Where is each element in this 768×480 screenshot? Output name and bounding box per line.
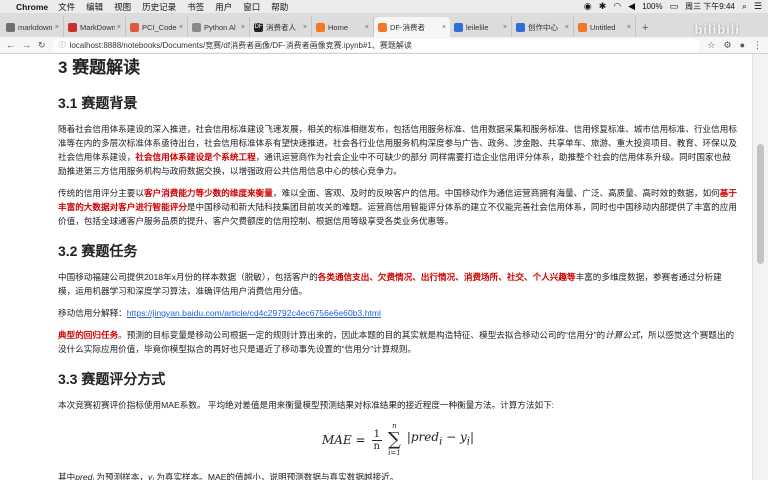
bluetooth-icon[interactable]: ✱	[599, 1, 607, 12]
sum-symbol: n ∑ i=1	[387, 422, 401, 457]
tab-consumer[interactable]: DF 消费者人 ×	[250, 17, 312, 37]
tab-creator-center[interactable]: 创作中心 ×	[512, 17, 574, 37]
tab-python[interactable]: Python Al ×	[188, 17, 250, 37]
menu-file[interactable]: 文件	[58, 1, 75, 13]
toolbar-actions: ☆ ⚙ ● ⋮	[707, 40, 762, 51]
scrollbar[interactable]	[752, 54, 768, 480]
tab-title: 创作中心	[528, 22, 558, 32]
menu-bar: Chrome 文件 编辑 视图 历史记录 书签 用户 窗口 帮助 ◉ ✱ ◠ ◀…	[0, 0, 768, 13]
tab-close-icon[interactable]: ×	[503, 24, 507, 31]
bilibili-watermark: bilibili	[694, 22, 740, 37]
markdown-cell[interactable]: 3 赛题解读 3.1 赛题背景 随着社会信用体系建设的深入推进，社会信用标准建设…	[58, 54, 738, 480]
tab-title: Python Al	[204, 22, 236, 32]
highlight-text: 典型的回归任务	[58, 330, 119, 340]
tab-favicon-icon	[454, 22, 463, 32]
task-paragraph-3: 典型的回归任务。预测的目标变量是移动公司根据一定的规则计算出来的，因此本题的目的…	[58, 330, 735, 354]
subsection-heading-background: 3.1 赛题背景	[58, 95, 138, 111]
info-icon[interactable]: ⓘ	[59, 40, 66, 50]
wifi-icon[interactable]: ◠	[613, 1, 621, 12]
subsection-heading-scoring: 3.3 赛题评分方式	[58, 371, 166, 387]
tab-pci-code[interactable]: PCI_Code ×	[126, 17, 188, 37]
gitlab-icon	[130, 22, 139, 32]
tab-title: 消费者人	[266, 22, 296, 32]
extension-icon[interactable]: ⚙	[723, 40, 731, 51]
new-tab-button[interactable]: +	[636, 22, 654, 37]
menu-app-name[interactable]: Chrome	[16, 2, 48, 12]
menu-list-icon[interactable]: ☰	[754, 1, 762, 12]
task-paragraph-2: 移动信用分解释：https://jingyan.baidu.com/articl…	[58, 308, 381, 318]
tab-favicon-icon	[68, 22, 77, 32]
section-heading: 3 赛题解读	[58, 58, 141, 77]
scoring-paragraph-2: 其中predi 为预测样本，yi 为真实样本。MAE的值越小，说明预测数据与真实…	[58, 472, 399, 480]
menu-view[interactable]: 视图	[114, 1, 131, 13]
clock[interactable]: 周三 下午9:44	[685, 1, 735, 12]
highlight-text: 社会信用体系建设是个系统工程	[135, 152, 256, 162]
tab-bar: markdown × MarkDown × PCI_Code × Python …	[0, 13, 768, 37]
highlight-text: 各类通信支出、欠费情况、出行情况、消费场所、社交、个人兴趣等	[317, 272, 576, 282]
tab-title: PCI_Code	[142, 22, 177, 32]
tab-close-icon[interactable]: ×	[365, 24, 369, 31]
tab-close-icon[interactable]: ×	[442, 24, 446, 31]
tab-favicon-icon	[192, 22, 201, 32]
tab-untitled[interactable]: Untitled ×	[574, 17, 636, 37]
battery-icon[interactable]: ▭	[670, 1, 679, 12]
status-area: ◉ ✱ ◠ ◀ 100% ▭ 周三 下午9:44 ⌕ ☰	[584, 1, 762, 12]
url-text: localhost:8888/notebooks/Documents/竞赛/df…	[69, 40, 412, 50]
credit-score-link[interactable]: https://jingyan.baidu.com/article/cd4c29…	[127, 308, 381, 318]
tab-title: markdown	[18, 22, 53, 32]
profile-icon[interactable]: ●	[740, 40, 745, 51]
tab-df-notebook[interactable]: DF-消费者 ×	[374, 17, 450, 37]
url-field[interactable]: ⓘ localhost:8888/notebooks/Documents/竞赛/…	[52, 38, 701, 52]
tab-title: DF-消费者	[390, 22, 425, 32]
menu-edit[interactable]: 编辑	[86, 1, 103, 13]
background-paragraph-2: 传统的信用评分主要以客户消费能力等少数的维度来衡量，难以全面、客观、及时的反映客…	[58, 188, 737, 226]
tab-close-icon[interactable]: ×	[179, 24, 183, 31]
background-paragraph-1: 随着社会信用体系建设的深入推进，社会信用标准建设飞速发展，相关的标准相继发布，包…	[58, 124, 737, 176]
tab-close-icon[interactable]: ×	[565, 24, 569, 31]
menu-history[interactable]: 历史记录	[142, 1, 176, 13]
search-icon[interactable]: ⌕	[742, 1, 747, 12]
forward-icon[interactable]: →	[22, 40, 31, 50]
jupyter-icon	[578, 22, 587, 32]
jupyter-icon	[316, 22, 325, 32]
tab-leilelile[interactable]: leilelile ×	[450, 17, 512, 37]
tab-close-icon[interactable]: ×	[627, 24, 631, 31]
tab-close-icon[interactable]: ×	[117, 24, 121, 31]
fraction: 1n	[371, 428, 382, 452]
star-icon[interactable]: ☆	[707, 40, 715, 51]
tab-favicon-icon	[516, 22, 525, 32]
highlight-text: 客户消费能力等少数的维度来衡量	[143, 188, 273, 198]
tab-title: Home	[328, 22, 349, 32]
wechat-icon[interactable]: ◉	[584, 1, 592, 12]
reload-icon[interactable]: ↻	[38, 40, 46, 51]
menu-help[interactable]: 帮助	[271, 1, 288, 13]
volume-icon[interactable]: ◀	[628, 1, 635, 12]
df-icon: DF	[254, 22, 263, 32]
tab-title: leilelile	[466, 22, 489, 32]
subsection-heading-task: 3.2 赛题任务	[58, 243, 138, 259]
tab-close-icon[interactable]: ×	[303, 24, 307, 31]
tab-close-icon[interactable]: ×	[55, 24, 59, 31]
tab-close-icon[interactable]: ×	[241, 24, 245, 31]
scoring-paragraph-1: 本次竞赛初赛评价指标使用MAE系数。 平均绝对差值是用来衡量模型预测结果对标准结…	[58, 400, 555, 410]
jupyter-icon	[378, 22, 387, 32]
more-menu-icon[interactable]: ⋮	[753, 40, 762, 51]
scroll-thumb[interactable]	[757, 144, 764, 264]
address-bar: ← → ↻ ⓘ localhost:8888/notebooks/Documen…	[0, 37, 768, 54]
mae-formula: MAE = 1n n ∑ i=1 |predi − yi|	[322, 422, 474, 457]
tab-markdown-2[interactable]: MarkDown ×	[64, 17, 126, 37]
menu-people[interactable]: 用户	[215, 1, 232, 13]
tab-home[interactable]: Home ×	[312, 17, 374, 37]
task-paragraph-1: 中国移动福建公司提供2018年x月份的样本数据（脱敏），包括客户的各类通信支出、…	[58, 272, 722, 296]
back-icon[interactable]: ←	[6, 40, 15, 50]
tab-markdown[interactable]: markdown ×	[2, 17, 64, 37]
tab-favicon-icon	[6, 22, 15, 32]
battery-percent: 100%	[642, 2, 663, 11]
tab-title: Untitled	[590, 22, 616, 32]
menu-window[interactable]: 窗口	[243, 1, 260, 13]
tab-title: MarkDown	[80, 22, 115, 32]
menu-bookmarks[interactable]: 书签	[187, 1, 204, 13]
notebook-content: 3 赛题解读 3.1 赛题背景 随着社会信用体系建设的深入推进，社会信用标准建设…	[0, 54, 740, 480]
